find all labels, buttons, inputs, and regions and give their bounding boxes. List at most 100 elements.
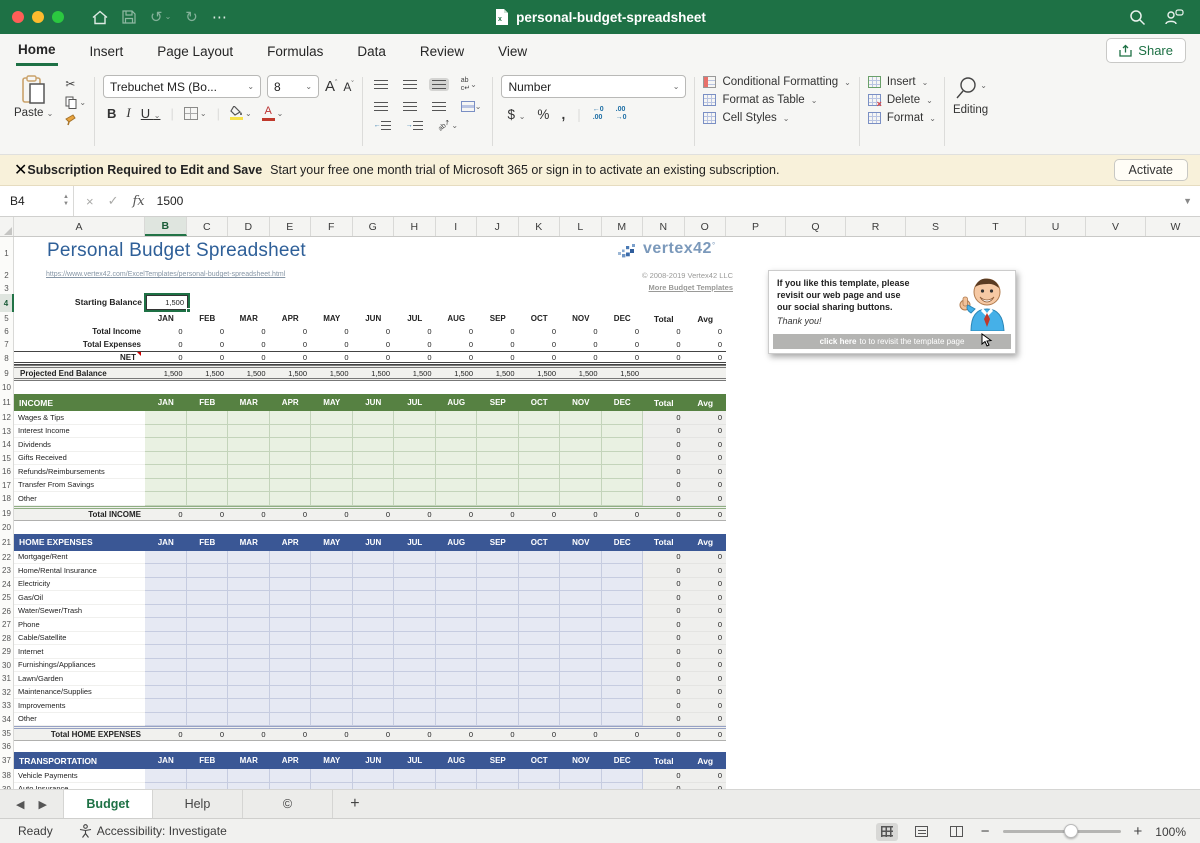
cell[interactable] [560,452,602,466]
row-number-22[interactable]: 22 [0,551,14,565]
cell[interactable] [519,618,561,632]
column-header-V[interactable]: V [1086,217,1146,236]
row-number-31[interactable]: 31 [0,672,14,686]
cell[interactable]: 1,500 [602,368,644,378]
align-bottom-button[interactable] [429,78,449,91]
tab-data[interactable]: Data [355,37,388,65]
cell[interactable]: 1,500 [145,368,187,378]
cell[interactable] [311,492,353,506]
increase-indent-button[interactable]: → [403,119,426,132]
cell[interactable]: 0 [560,729,602,740]
cell[interactable] [560,618,602,632]
zoom-in-button[interactable]: + [1134,823,1143,840]
cell[interactable] [270,411,312,425]
cell[interactable]: 0 [643,465,685,479]
cell[interactable]: 0 [643,438,685,452]
cell[interactable] [228,672,270,686]
editing-button[interactable]: ⌄ Editing [953,75,988,150]
cell[interactable] [187,672,229,686]
cell[interactable] [602,438,644,452]
cell[interactable] [145,425,187,439]
cell[interactable]: 0 [187,352,229,362]
row-number-21[interactable]: 21 [0,534,14,551]
row-number-32[interactable]: 32 [0,686,14,700]
cell[interactable]: 0 [643,659,685,673]
insert-cells-button[interactable]: Insert⌄ [868,76,936,88]
cell[interactable] [394,632,436,646]
tab-insert[interactable]: Insert [88,37,126,65]
cell[interactable]: 1,500 [353,368,395,378]
cell[interactable] [228,618,270,632]
cell[interactable] [145,699,187,713]
cell[interactable]: 0 [685,325,727,338]
cell[interactable] [519,632,561,646]
cell[interactable] [145,452,187,466]
cell[interactable] [353,551,395,565]
cell[interactable] [560,632,602,646]
cell[interactable] [560,659,602,673]
row-number-29[interactable]: 29 [0,645,14,659]
banner-close-icon[interactable]: ✕ [14,160,27,180]
cell[interactable] [187,438,229,452]
cell[interactable]: 0 [519,352,561,362]
align-right-button[interactable] [429,100,449,113]
cell[interactable] [145,645,187,659]
cell[interactable] [187,632,229,646]
cell[interactable] [145,438,187,452]
cell[interactable]: 0 [685,672,727,686]
row-number-27[interactable]: 27 [0,618,14,632]
cell[interactable]: 1,500 [228,368,270,378]
cut-button[interactable]: ✂ [65,77,86,91]
share-button[interactable]: Share [1106,38,1186,63]
percent-button[interactable]: % [537,107,549,122]
cell[interactable] [311,564,353,578]
cell[interactable] [436,605,478,619]
save-icon[interactable] [122,10,136,24]
cell[interactable] [394,783,436,790]
cell[interactable] [436,551,478,565]
cell[interactable] [519,411,561,425]
cell[interactable] [519,605,561,619]
cell[interactable] [270,632,312,646]
cell[interactable] [436,578,478,592]
cell[interactable]: 0 [643,411,685,425]
cell[interactable]: 0 [560,509,602,520]
cell[interactable] [228,632,270,646]
cell[interactable] [477,564,519,578]
column-header-S[interactable]: S [906,217,966,236]
cell[interactable] [228,645,270,659]
cell[interactable]: 0 [643,578,685,592]
cell[interactable] [602,425,644,439]
row-number-9[interactable]: 9 [0,365,14,381]
cell[interactable]: 0 [685,352,727,362]
cell[interactable] [311,465,353,479]
cell[interactable] [187,564,229,578]
cell[interactable] [519,672,561,686]
cell[interactable]: 0 [685,645,727,659]
align-left-button[interactable] [371,100,391,113]
cell[interactable] [560,699,602,713]
column-header-K[interactable]: K [519,217,561,236]
decrease-font-button[interactable]: Aˇ [343,80,353,94]
cell[interactable] [311,686,353,700]
cell[interactable] [270,605,312,619]
cell[interactable] [145,492,187,506]
column-header-D[interactable]: D [228,217,270,236]
cell[interactable] [270,645,312,659]
cell[interactable] [477,769,519,783]
cell[interactable]: 0 [436,325,478,338]
cell[interactable] [311,645,353,659]
row-number-34[interactable]: 34 [0,713,14,727]
cell[interactable] [270,713,312,727]
tab-view[interactable]: View [496,37,529,65]
cell[interactable] [228,769,270,783]
cell-B4-selected[interactable]: 1,500 [146,295,188,310]
cell[interactable]: 0 [311,729,353,740]
cell[interactable] [519,492,561,506]
cell[interactable]: 0 [560,325,602,338]
cell[interactable]: 0 [394,352,436,362]
row-number-16[interactable]: 16 [0,465,14,479]
cell[interactable] [436,699,478,713]
cell[interactable] [311,659,353,673]
cell[interactable]: 0 [685,618,727,632]
